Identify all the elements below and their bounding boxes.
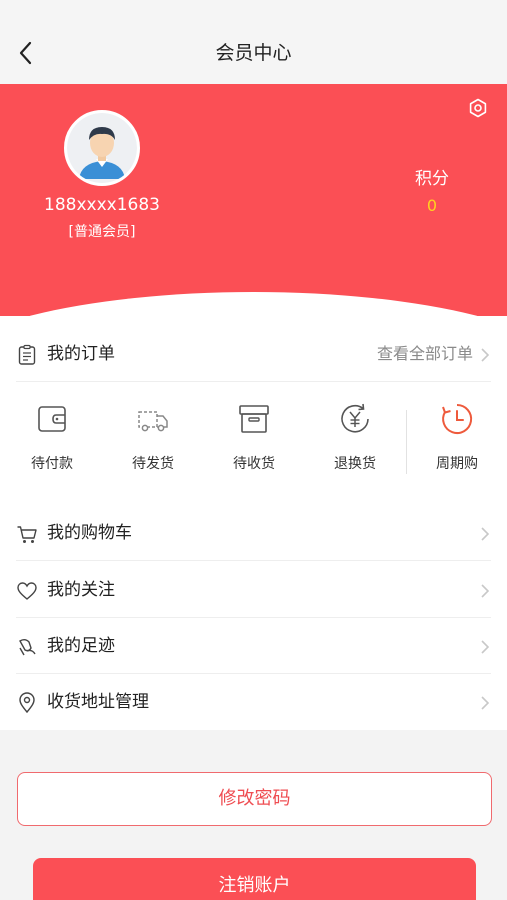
- points-value[interactable]: 0: [392, 196, 472, 216]
- menu-item-label: 我的足迹: [47, 636, 115, 656]
- order-status-label: 待收货: [233, 456, 275, 472]
- avatar[interactable]: [64, 110, 140, 186]
- order-status-bar: 待付款 待发货 待收货 退换货 周期购: [0, 380, 507, 490]
- chevron-right-icon: [481, 348, 490, 362]
- wallet-icon: [38, 406, 66, 432]
- yen-refund-icon: [341, 403, 369, 433]
- order-status-pending-receipt[interactable]: 待收货: [204, 402, 304, 482]
- footprint-icon: [19, 639, 36, 656]
- truck-icon: [138, 411, 168, 432]
- order-status-pending-payment[interactable]: 待付款: [2, 402, 102, 482]
- my-orders-row[interactable]: 我的订单 查看全部订单: [16, 326, 491, 382]
- menu-item-label: 我的关注: [47, 580, 115, 600]
- change-password-button[interactable]: 修改密码: [17, 772, 492, 826]
- clock-icon: [442, 403, 473, 434]
- order-status-label: 周期购: [436, 456, 478, 472]
- menu-item-follow[interactable]: 我的关注: [16, 562, 491, 618]
- settings-gear-icon[interactable]: [468, 98, 488, 118]
- menu-item-footprint[interactable]: 我的足迹: [16, 618, 491, 674]
- order-status-label: 退换货: [334, 456, 376, 472]
- order-status-pending-shipment[interactable]: 待发货: [103, 402, 203, 482]
- page-title: 会员中心: [215, 42, 292, 64]
- cancel-account-button[interactable]: 注销账户: [33, 858, 476, 900]
- member-level: [普通会员]: [68, 224, 136, 240]
- top-nav-bar: 会员中心: [0, 0, 507, 84]
- order-status-label: 待付款: [31, 456, 73, 472]
- menu-item-label: 收货地址管理: [47, 692, 149, 712]
- heart-icon: [17, 582, 37, 600]
- box-icon: [239, 405, 269, 433]
- order-status-label: 待发货: [132, 456, 174, 472]
- menu-item-address[interactable]: 收货地址管理: [16, 674, 491, 730]
- order-status-refund[interactable]: 退换货: [305, 402, 405, 482]
- chevron-right-icon: [481, 527, 490, 541]
- user-avatar-icon: [67, 113, 137, 183]
- chevron-right-icon: [481, 640, 490, 654]
- menu-item-label: 我的购物车: [47, 523, 132, 543]
- order-status-subscription[interactable]: 周期购: [407, 402, 507, 482]
- chevron-right-icon: [481, 696, 490, 710]
- menu-item-cart[interactable]: 我的购物车: [16, 505, 491, 561]
- header-curve: [0, 292, 507, 316]
- location-pin-icon: [19, 692, 35, 714]
- order-list-icon: [18, 344, 36, 365]
- user-phone: 188xxxx1683: [44, 195, 160, 215]
- cart-icon: [17, 526, 37, 543]
- points-label[interactable]: 积分: [392, 168, 472, 190]
- content-panel: 我的订单 查看全部订单 待付款 待发货 待收货 退换货 周期购 我的购物车 我的…: [0, 316, 507, 730]
- my-orders-label: 我的订单: [47, 344, 115, 364]
- chevron-right-icon: [481, 584, 490, 598]
- profile-header: 188xxxx1683 [普通会员] 积分 0: [0, 84, 507, 316]
- view-all-orders-link[interactable]: 查看全部订单: [377, 342, 473, 366]
